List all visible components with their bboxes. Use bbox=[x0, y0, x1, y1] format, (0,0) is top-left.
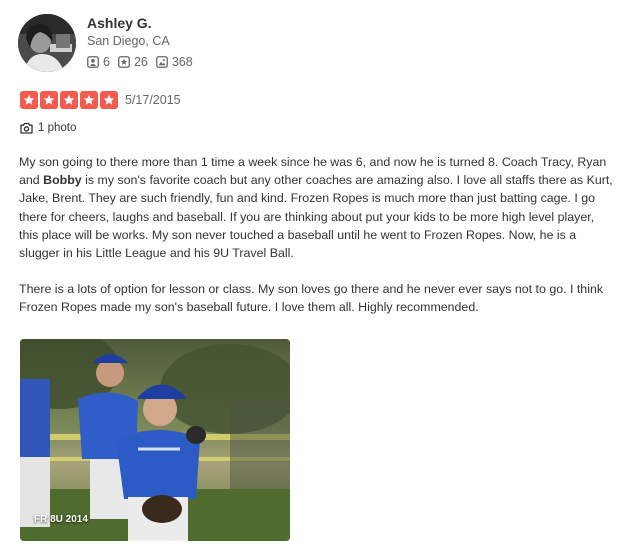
star-icon bbox=[60, 91, 78, 109]
star-icon bbox=[20, 91, 38, 109]
review-paragraph: There is a lots of option for lesson or … bbox=[19, 282, 604, 315]
photo-icon bbox=[155, 56, 168, 68]
baseball-players-image bbox=[20, 339, 290, 541]
photos-count: 368 bbox=[171, 55, 193, 69]
avatar-image bbox=[18, 14, 76, 72]
rating-row: 5/17/2015 bbox=[20, 91, 181, 109]
camera-icon bbox=[20, 122, 33, 134]
star-icon bbox=[100, 91, 118, 109]
reviews-stat: 26 bbox=[118, 55, 148, 69]
friends-icon bbox=[87, 56, 99, 68]
reviews-count: 26 bbox=[133, 55, 148, 69]
friends-stat: 6 bbox=[87, 55, 110, 69]
review-bold-name: Bobby bbox=[43, 173, 82, 188]
review-date: 5/17/2015 bbox=[125, 93, 181, 107]
review-star-icon bbox=[118, 56, 130, 68]
user-stats: 6 26 368 bbox=[87, 55, 201, 69]
photo-count-label: 1 photo bbox=[38, 122, 77, 134]
review-header: Ashley G. San Diego, CA 6 26 368 bbox=[18, 14, 201, 72]
review-text: My son going to there more than 1 time a… bbox=[19, 153, 614, 335]
user-avatar[interactable] bbox=[18, 14, 76, 72]
star-icon bbox=[80, 91, 98, 109]
photos-stat: 368 bbox=[155, 55, 193, 69]
review-text-segment: is my son's favorite coach but any other… bbox=[19, 173, 613, 261]
friends-count: 6 bbox=[103, 55, 110, 69]
review-photo[interactable]: FR 8U 2014 bbox=[20, 339, 290, 541]
user-location: San Diego, CA bbox=[87, 34, 170, 48]
photo-caption: FR 8U 2014 bbox=[34, 514, 88, 525]
review-paragraph: My son going to there more than 1 time a… bbox=[19, 153, 614, 262]
photo-count-link[interactable]: 1 photo bbox=[20, 122, 76, 134]
user-name[interactable]: Ashley G. bbox=[87, 14, 201, 32]
star-rating bbox=[20, 91, 118, 109]
star-icon bbox=[40, 91, 58, 109]
